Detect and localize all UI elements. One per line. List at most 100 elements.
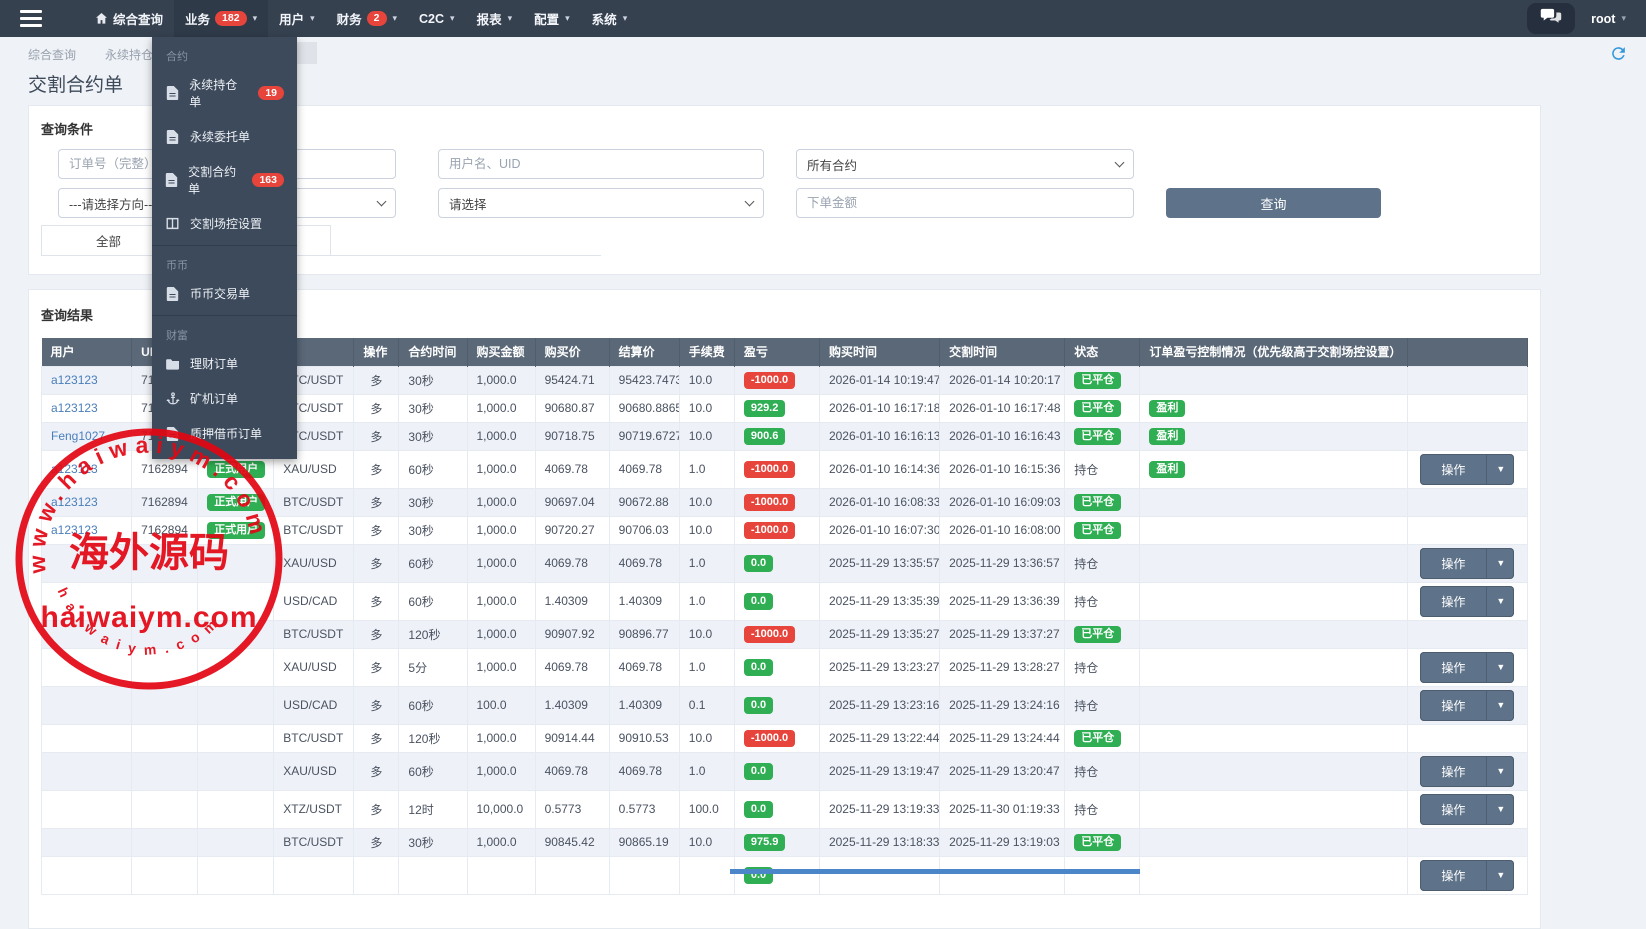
cell-buy-time: 2025-11-29 13:35:39 — [819, 582, 939, 620]
menu-item[interactable]: 理财订单 — [152, 346, 297, 381]
cell-control — [1140, 790, 1407, 828]
user-link[interactable]: a123123 — [51, 401, 98, 415]
row-action-button[interactable]: 操作▼ — [1420, 690, 1514, 721]
menu-item[interactable]: 永续委托单 — [152, 119, 297, 154]
business-dropdown-menu: 合约永续持仓单19永续委托单交割合约单163交割场控设置币币币币交易单财富理财订… — [152, 37, 297, 459]
row-action-caret[interactable]: ▼ — [1486, 548, 1514, 579]
row-action-label: 操作 — [1420, 586, 1486, 617]
menu-item[interactable]: 币币交易单 — [152, 276, 297, 311]
row-action-caret[interactable]: ▼ — [1486, 794, 1514, 825]
cell-status: 持仓 — [1065, 790, 1140, 828]
menu-item[interactable]: 矿机订单 — [152, 381, 297, 416]
user-link[interactable]: a123123 — [51, 373, 98, 387]
cell-control — [1140, 516, 1407, 544]
contract-select[interactable]: 所有合约 — [796, 149, 1134, 179]
menu-item[interactable]: 交割场控设置 — [152, 206, 297, 241]
row-action-button[interactable]: 操作▼ — [1420, 794, 1514, 825]
cell-fee: 1.0 — [679, 450, 734, 488]
cell-pnl: 0.0 — [734, 544, 819, 582]
cell-actions: 操作▼ — [1407, 450, 1527, 488]
refresh-icon[interactable] — [1609, 44, 1628, 63]
cell-fee: 10.0 — [679, 620, 734, 648]
user-link[interactable]: Feng1027 — [51, 429, 105, 443]
result-tabs: 全部 — [41, 225, 601, 256]
row-action-caret[interactable]: ▼ — [1486, 756, 1514, 787]
status-badge: 已平仓 — [1074, 522, 1121, 539]
row-action-caret[interactable]: ▼ — [1486, 454, 1514, 485]
breadcrumb-item-query[interactable]: 综合查询 — [28, 46, 76, 63]
menu-item-label: 理财订单 — [190, 355, 238, 372]
cell-settle-price: 1.40309 — [609, 686, 679, 724]
nav-item-6[interactable]: 报表▾ — [466, 0, 524, 37]
column-header: 购买金额 — [467, 338, 535, 366]
search-button[interactable]: 查询 — [1166, 188, 1381, 218]
nav-item-5[interactable]: C2C▾ — [408, 0, 466, 37]
menu-item[interactable]: 质押借币订单 — [152, 416, 297, 451]
nav-item-8[interactable]: 系统▾ — [581, 0, 639, 37]
home-icon — [95, 12, 108, 25]
user-link[interactable]: a123123 — [51, 523, 98, 537]
chevron-down-icon: ▾ — [310, 13, 315, 24]
status-badge: 已平仓 — [1074, 494, 1121, 511]
cell-direction: 多 — [354, 752, 399, 790]
row-action-caret[interactable]: ▼ — [1486, 586, 1514, 617]
cell-actions — [1407, 488, 1527, 516]
cell-user-type — [198, 544, 274, 582]
cell-contract: BTC/USDT — [274, 620, 354, 648]
nav-item-7[interactable]: 配置▾ — [523, 0, 581, 37]
cell-user-type — [198, 828, 274, 856]
row-action-button[interactable]: 操作▼ — [1420, 454, 1514, 485]
cell-uid — [132, 582, 198, 620]
user-link[interactable]: a123123 — [51, 495, 98, 509]
row-action-caret[interactable]: ▼ — [1486, 652, 1514, 683]
cell-settle-time: 2026-01-10 16:17:48 — [940, 394, 1065, 422]
menu-item-label: 矿机订单 — [190, 390, 238, 407]
cell-uid — [132, 828, 198, 856]
cell-fee: 10.0 — [679, 366, 734, 394]
nav-item-label: 综合查询 — [113, 9, 163, 28]
cell-user — [42, 828, 132, 856]
cell-control — [1140, 856, 1407, 894]
menu-item[interactable]: 交割合约单163 — [152, 154, 297, 206]
cell-direction: 多 — [354, 790, 399, 828]
column-header: 手续费 — [679, 338, 734, 366]
hamburger-menu-icon[interactable] — [0, 0, 62, 37]
cell-status: 持仓 — [1065, 752, 1140, 790]
user-type-badge: 正式用户 — [207, 461, 265, 478]
cell-fee: 10.0 — [679, 488, 734, 516]
chevron-down-icon: ▾ — [393, 13, 398, 24]
cell-period: 12时 — [399, 790, 467, 828]
row-action-button[interactable]: 操作▼ — [1420, 548, 1514, 579]
cell-actions — [1407, 620, 1527, 648]
menu-item-label: 永续委托单 — [190, 128, 250, 145]
nav-item-label: 报表 — [477, 9, 502, 28]
user-uid-input[interactable] — [438, 149, 764, 179]
cell-actions — [1407, 422, 1527, 450]
nav-item-1[interactable]: 综合查询 — [84, 0, 174, 37]
row-action-button[interactable]: 操作▼ — [1420, 756, 1514, 787]
cell-actions: 操作▼ — [1407, 686, 1527, 724]
cell-user-type — [198, 790, 274, 828]
cell-settle-time: 2026-01-10 16:15:36 — [940, 450, 1065, 488]
row-action-button[interactable]: 操作▼ — [1420, 652, 1514, 683]
cell-control — [1140, 488, 1407, 516]
row-action-caret[interactable]: ▼ — [1486, 860, 1514, 891]
cell-buy-price: 4069.78 — [535, 648, 609, 686]
menu-item-label: 币币交易单 — [190, 285, 250, 302]
cell-user: a123123 — [42, 516, 132, 544]
row-action-button[interactable]: 操作▼ — [1420, 860, 1514, 891]
cell-status: 已平仓 — [1065, 366, 1140, 394]
nav-item-2[interactable]: 业务182▾ — [174, 0, 268, 37]
amount-input[interactable] — [796, 188, 1134, 218]
menu-item-label: 永续持仓单 — [189, 76, 246, 110]
cell-settle-price: 4069.78 — [609, 752, 679, 790]
row-action-caret[interactable]: ▼ — [1486, 690, 1514, 721]
nav-item-4[interactable]: 财务2▾ — [326, 0, 408, 37]
user-link[interactable]: a123123 — [51, 462, 98, 476]
nav-item-3[interactable]: 用户▾ — [268, 0, 326, 37]
row-action-button[interactable]: 操作▼ — [1420, 586, 1514, 617]
menu-item[interactable]: 永续持仓单19 — [152, 67, 297, 119]
status-select[interactable]: 请选择 — [438, 188, 764, 218]
user-menu[interactable]: root ▾ — [1591, 12, 1626, 26]
chat-button[interactable] — [1527, 3, 1575, 34]
